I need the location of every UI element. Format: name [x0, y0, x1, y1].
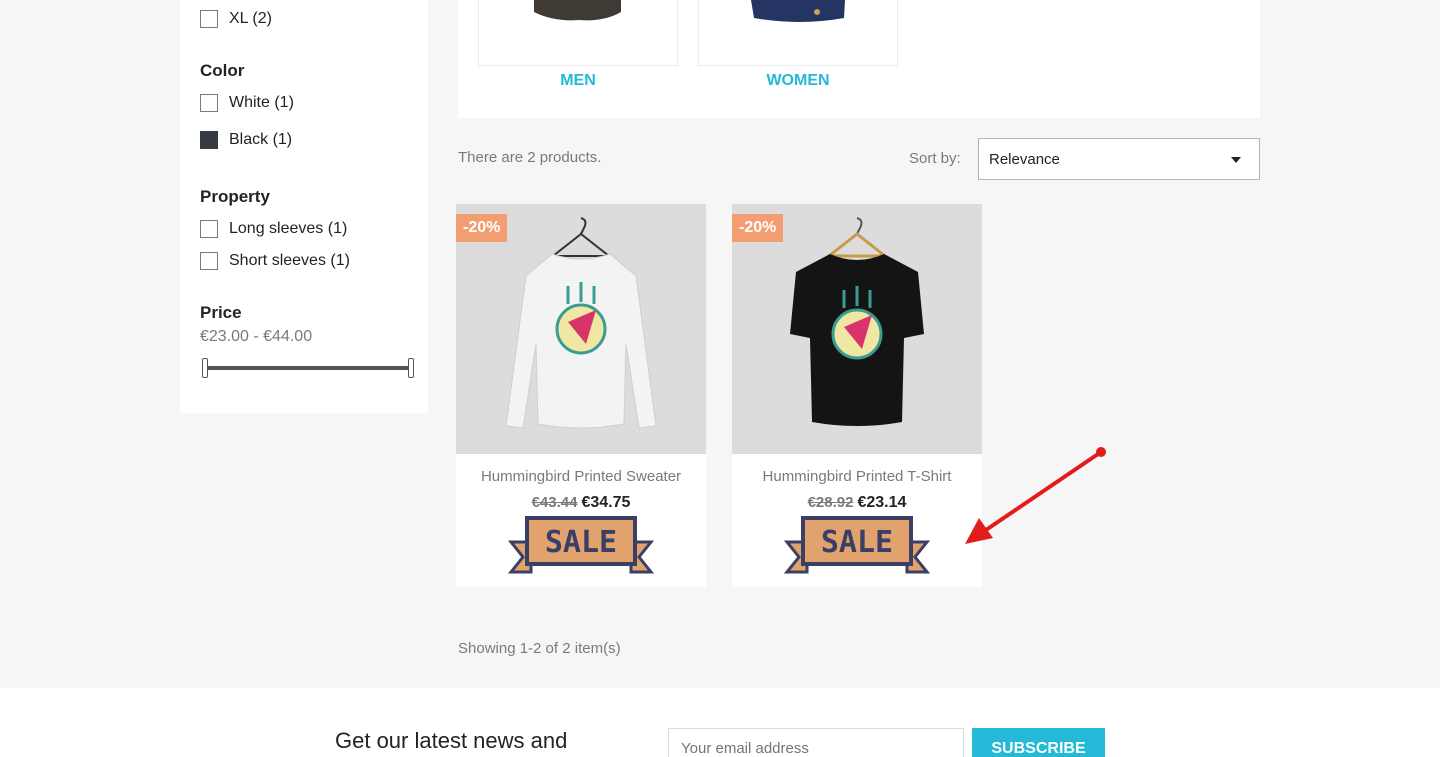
sale-ribbon-icon: SALE: [783, 516, 931, 574]
filter-label: White (1): [229, 94, 294, 111]
sale-price: €34.75: [581, 494, 631, 511]
price-facet-title: Price: [200, 303, 242, 322]
filters-sidebar: XL (2) Color White (1) Black (1) Propert…: [180, 0, 428, 413]
property-facet-title: Property: [200, 187, 270, 206]
sale-text: SALE: [545, 525, 617, 560]
product-card[interactable]: -20% Hummingbird Printed Sweater €43.44 €…: [456, 204, 706, 587]
filter-color-white[interactable]: White (1): [200, 94, 294, 112]
regular-price: €43.44: [531, 494, 578, 511]
color-swatch-black[interactable]: [200, 131, 218, 149]
discount-badge: -20%: [456, 214, 508, 242]
discount-badge: -20%: [732, 214, 784, 242]
category-men-link[interactable]: MEN: [478, 72, 678, 90]
subcategories-panel: MEN WOMEN: [458, 0, 1260, 118]
category-men-image[interactable]: [478, 0, 678, 66]
checkbox[interactable]: [200, 252, 218, 270]
product-card[interactable]: -20% Hummingbird Printed T-Shirt €28.92 €…: [732, 204, 982, 587]
sort-value: Relevance: [989, 151, 1060, 168]
filter-label: Black (1): [229, 131, 293, 148]
product-price: €28.92 €23.14: [732, 494, 982, 512]
sale-ribbon-icon: SALE: [507, 516, 655, 574]
product-title[interactable]: Hummingbird Printed Sweater: [456, 468, 706, 485]
slider-handle-min[interactable]: [202, 358, 208, 378]
filter-label: Short sleeves (1): [229, 252, 350, 269]
filter-long-sleeves[interactable]: Long sleeves (1): [200, 220, 347, 238]
newsletter-footer: Get our latest news and SUBSCRIBE: [0, 688, 1440, 757]
product-image[interactable]: -20%: [456, 204, 706, 454]
regular-price: €28.92: [807, 494, 854, 511]
price-slider[interactable]: [202, 358, 414, 378]
slider-track: [204, 366, 412, 370]
checkbox[interactable]: [200, 10, 218, 28]
category-women-link[interactable]: WOMEN: [698, 72, 898, 90]
filter-label: Long sleeves (1): [229, 220, 348, 237]
men-product-thumbnail: [534, 0, 621, 21]
price-range-text: €23.00 - €44.00: [200, 328, 313, 345]
product-title[interactable]: Hummingbird Printed T-Shirt: [732, 468, 982, 485]
filter-label: XL (2): [229, 10, 272, 27]
pagination-summary: Showing 1-2 of 2 item(s): [458, 640, 621, 657]
email-input[interactable]: [668, 728, 964, 757]
product-price: €43.44 €34.75: [456, 494, 706, 512]
red-arrow-annotation: [965, 447, 1106, 544]
checkbox[interactable]: [200, 220, 218, 238]
filter-size-xl[interactable]: XL (2): [200, 10, 272, 28]
color-swatch-white[interactable]: [200, 94, 218, 112]
product-count: There are 2 products.: [458, 149, 602, 166]
caret-down-icon: [1231, 157, 1241, 163]
women-product-thumbnail: [751, 0, 845, 22]
category-women-image[interactable]: [698, 0, 898, 66]
sale-price: €23.14: [857, 494, 907, 511]
color-facet-title: Color: [200, 61, 245, 80]
slider-handle-max[interactable]: [408, 358, 414, 378]
filter-color-black[interactable]: Black (1): [200, 131, 292, 149]
newsletter-title: Get our latest news and: [335, 728, 568, 753]
sort-label: Sort by:: [909, 150, 961, 167]
filter-short-sleeves[interactable]: Short sleeves (1): [200, 252, 350, 270]
sort-dropdown[interactable]: Relevance: [978, 138, 1260, 180]
sale-text: SALE: [821, 525, 893, 560]
subscribe-button[interactable]: SUBSCRIBE: [972, 728, 1105, 757]
product-image[interactable]: -20%: [732, 204, 982, 454]
